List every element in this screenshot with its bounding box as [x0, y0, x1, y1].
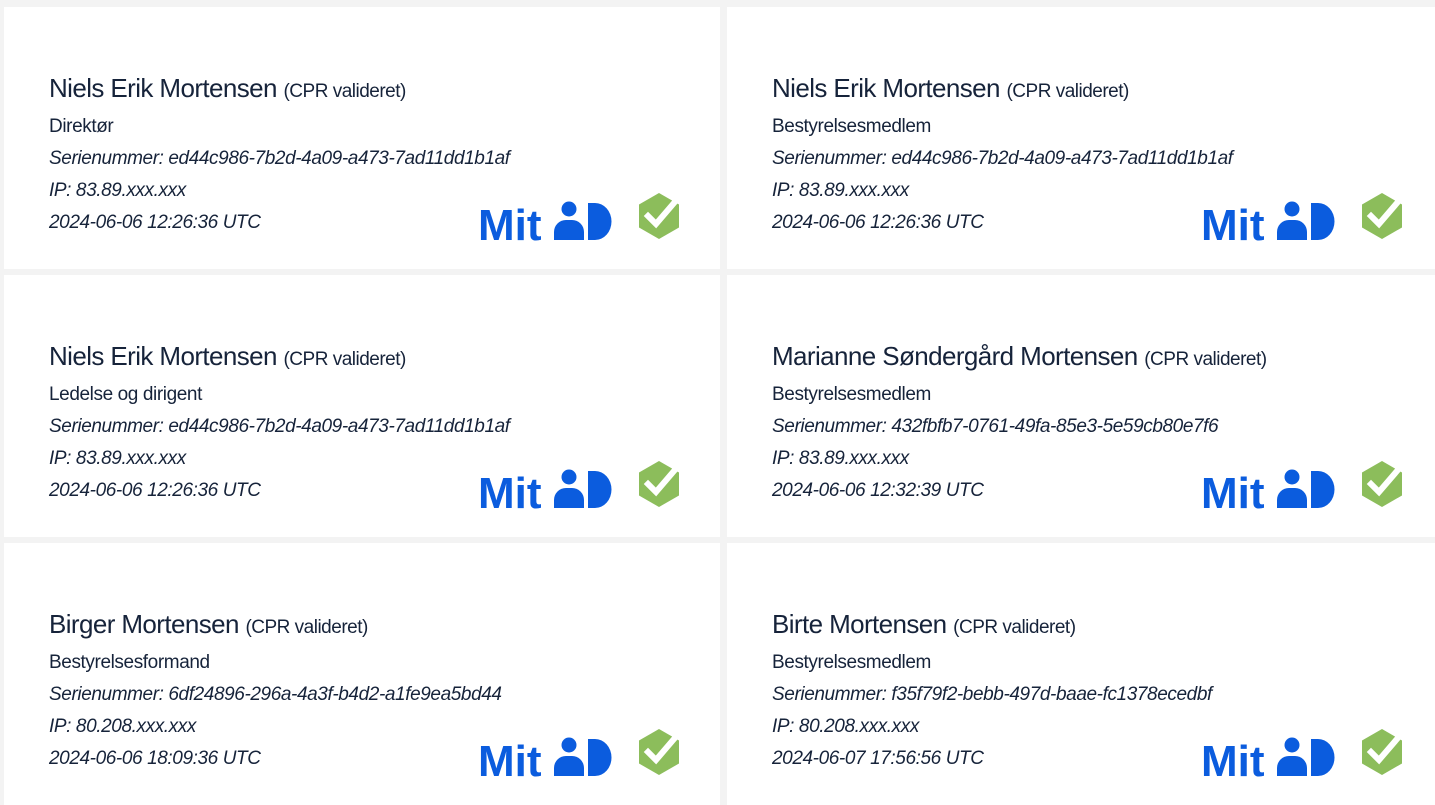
mitid-logo-icon: Mit [1201, 469, 1335, 514]
serial-number: Serienummer: f35f79f2-bebb-497d-baae-fc1… [772, 684, 1212, 705]
signature-timestamp: 2024-06-06 18:09:36 UTC [49, 748, 261, 769]
verified-check-icon [639, 461, 679, 507]
cpr-status: (CPR valideret) [953, 617, 1076, 638]
serial-number: Serienummer: ed44c986-7b2d-4a09-a473-7ad… [49, 148, 510, 169]
signature-timestamp: 2024-06-07 17:56:56 UTC [772, 748, 984, 769]
signer-role: Direktør [49, 116, 114, 137]
signer-name: Niels Erik Mortensen [49, 73, 277, 103]
ip-address: IP: 83.89.xxx.xxx [49, 448, 186, 469]
signature-card: Birger Mortensen (CPR valideret) Bestyre… [4, 543, 720, 805]
signer-name-line: Niels Erik Mortensen (CPR valideret) [49, 71, 406, 109]
signature-timestamp: 2024-06-06 12:26:36 UTC [772, 212, 984, 233]
signer-role: Bestyrelsesmedlem [772, 652, 931, 673]
signature-card: Niels Erik Mortensen (CPR valideret) Bes… [727, 7, 1435, 269]
signer-name: Niels Erik Mortensen [772, 73, 1000, 103]
ip-address: IP: 83.89.xxx.xxx [772, 180, 909, 201]
signer-name: Birte Mortensen [772, 609, 947, 639]
verified-check-icon [1362, 729, 1402, 775]
signature-timestamp: 2024-06-06 12:32:39 UTC [772, 480, 984, 501]
mitid-logo-icon: Mit [478, 469, 612, 514]
serial-number: Serienummer: ed44c986-7b2d-4a09-a473-7ad… [49, 416, 510, 437]
verified-check-icon [1362, 461, 1402, 507]
signature-grid: Niels Erik Mortensen (CPR valideret) Dir… [0, 0, 1435, 805]
mitid-logo-icon: Mit [1201, 737, 1335, 782]
serial-number: Serienummer: 6df24896-296a-4a3f-b4d2-a1f… [49, 684, 502, 705]
signature-card: Marianne Søndergård Mortensen (CPR valid… [727, 275, 1435, 537]
svg-text:Mit: Mit [478, 201, 542, 246]
mitid-logo-icon: Mit [1201, 201, 1335, 246]
svg-text:Mit: Mit [1201, 201, 1265, 246]
cpr-status: (CPR valideret) [1144, 349, 1267, 370]
mitid-logo-icon: Mit [478, 737, 612, 782]
ip-address: IP: 83.89.xxx.xxx [49, 180, 186, 201]
signer-name-line: Birte Mortensen (CPR valideret) [772, 607, 1076, 645]
signer-name-line: Niels Erik Mortensen (CPR valideret) [772, 71, 1129, 109]
cpr-status: (CPR valideret) [283, 81, 406, 102]
signature-card: Niels Erik Mortensen (CPR valideret) Led… [4, 275, 720, 537]
signer-role: Bestyrelsesmedlem [772, 116, 931, 137]
signer-name-line: Marianne Søndergård Mortensen (CPR valid… [772, 339, 1267, 377]
signer-name: Niels Erik Mortensen [49, 341, 277, 371]
signer-name-line: Niels Erik Mortensen (CPR valideret) [49, 339, 406, 377]
signature-timestamp: 2024-06-06 12:26:36 UTC [49, 480, 261, 501]
mitid-logo-icon: Mit [478, 201, 612, 246]
signature-card: Niels Erik Mortensen (CPR valideret) Dir… [4, 7, 720, 269]
signer-role: Ledelse og dirigent [49, 384, 202, 405]
signer-name: Marianne Søndergård Mortensen [772, 341, 1138, 371]
ip-address: IP: 83.89.xxx.xxx [772, 448, 909, 469]
cpr-status: (CPR valideret) [1006, 81, 1129, 102]
cpr-status: (CPR valideret) [245, 617, 368, 638]
signature-timestamp: 2024-06-06 12:26:36 UTC [49, 212, 261, 233]
ip-address: IP: 80.208.xxx.xxx [49, 716, 196, 737]
signer-role: Bestyrelsesmedlem [772, 384, 931, 405]
svg-text:Mit: Mit [478, 469, 542, 514]
serial-number: Serienummer: ed44c986-7b2d-4a09-a473-7ad… [772, 148, 1233, 169]
cpr-status: (CPR valideret) [283, 349, 406, 370]
serial-number: Serienummer: 432fbfb7-0761-49fa-85e3-5e5… [772, 416, 1219, 437]
signer-name-line: Birger Mortensen (CPR valideret) [49, 607, 368, 645]
verified-check-icon [1362, 193, 1402, 239]
signature-card: Birte Mortensen (CPR valideret) Bestyrel… [727, 543, 1435, 805]
verified-check-icon [639, 193, 679, 239]
svg-text:Mit: Mit [1201, 737, 1265, 782]
svg-text:Mit: Mit [1201, 469, 1265, 514]
signer-role: Bestyrelsesformand [49, 652, 210, 673]
svg-text:Mit: Mit [478, 737, 542, 782]
ip-address: IP: 80.208.xxx.xxx [772, 716, 919, 737]
verified-check-icon [639, 729, 679, 775]
signer-name: Birger Mortensen [49, 609, 239, 639]
